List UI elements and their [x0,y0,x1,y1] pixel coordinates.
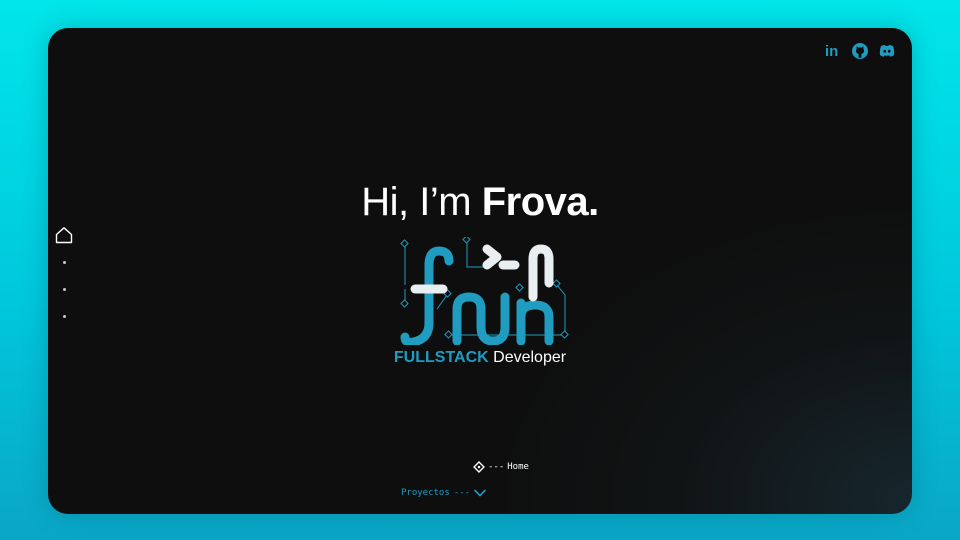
current-section-indicator: --- Home [473,461,529,473]
linkedin-icon[interactable]: in [824,42,842,60]
current-section-dashes: --- [488,462,505,472]
diamond-icon [473,461,485,473]
app-window: in Hi, I’m Frova. FULLSTACK Developer --… [48,28,912,514]
social-links: in [824,42,896,60]
chevron-down-icon [474,488,486,498]
role-subtitle: FULLSTACK Developer [48,349,912,367]
role-rest: Developer [488,349,567,366]
next-section-dashes: --- [453,488,471,498]
role-accent: FULLSTACK [393,349,489,366]
hero-heading: Hi, I’m Frova. [48,180,912,225]
frova-logo [400,237,569,345]
svg-text:in: in [825,43,838,60]
hero-name: Frova. [481,180,600,224]
current-section-label: Home [507,462,529,472]
nav-dot[interactable] [63,288,66,291]
next-section-label: Proyectos [401,488,450,498]
nav-dot[interactable] [63,315,66,318]
home-icon[interactable] [55,226,73,244]
next-section-link[interactable]: Proyectos --- [401,488,486,498]
greeting-text: Hi, I’m [361,180,482,224]
github-icon[interactable] [851,42,869,60]
nav-dot[interactable] [63,261,66,264]
side-navigation [55,226,73,318]
discord-icon[interactable] [878,42,896,60]
